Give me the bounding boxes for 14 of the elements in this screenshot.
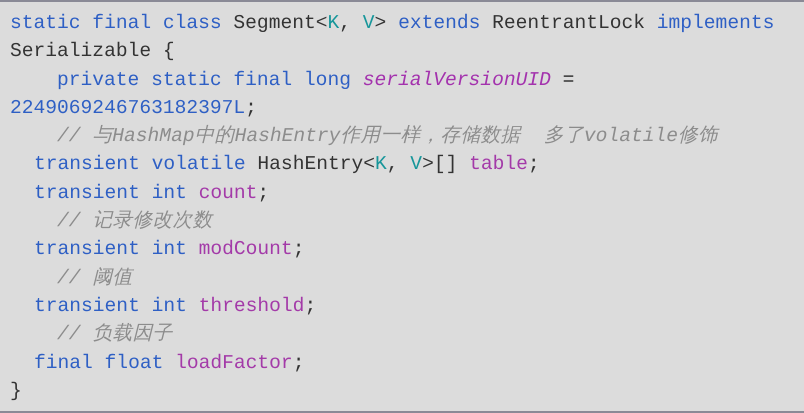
code-line: private static final long serialVersionUID = [57,68,574,93]
code-comment: // 记录修改次数 [57,209,212,234]
code-line: transient int modCount; [34,237,304,262]
code-line: 2249069246763182397L; [10,96,257,121]
code-line: Serializable { [10,39,175,64]
code-line: final float loadFactor; [34,350,304,376]
code-comment: // 负载因子 [57,322,172,348]
code-line: transient int threshold; [34,294,316,319]
code-comment: // 与HashMap中的HashEntry作用一样，存储数据 多了volatile修饰 [57,124,718,150]
code-line: static final class Segment<K, V> extends ReentrantLock implements [10,11,774,36]
code-comment: // 阈值 [57,266,132,291]
code-line: transient int count; [34,180,270,206]
code-line: } [10,378,22,404]
code-line: transient volatile HashEntry<K, V>[] table; [34,152,540,178]
